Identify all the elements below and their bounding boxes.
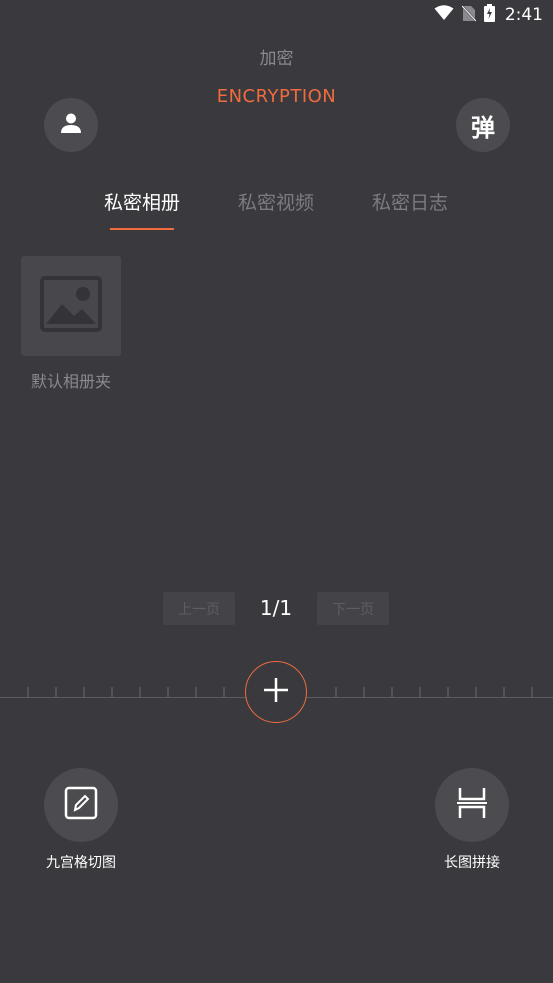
tab-bar: 私密相册 私密视频 私密日志 <box>0 188 553 232</box>
prev-page-button[interactable]: 上一页 <box>163 592 235 625</box>
battery-charging-icon <box>483 4 495 26</box>
tab-private-journal[interactable]: 私密日志 <box>372 188 448 215</box>
nine-grid-cut-tool[interactable]: 九宫格切图 <box>26 768 136 872</box>
tab-active-indicator <box>110 228 174 230</box>
tab-private-album[interactable]: 私密相册 <box>104 188 180 215</box>
popup-button[interactable]: 弹 <box>456 98 510 152</box>
album-thumbnail <box>21 256 121 356</box>
edit-icon <box>64 786 98 824</box>
long-image-stitch-tool[interactable]: 长图拼接 <box>417 768 527 872</box>
status-bar: 2:41 <box>0 0 553 30</box>
status-time: 2:41 <box>504 5 543 25</box>
stitch-icon <box>455 786 489 824</box>
add-button[interactable] <box>245 661 307 723</box>
wifi-icon <box>434 5 454 25</box>
nine-grid-cut-button[interactable] <box>44 768 118 842</box>
plus-icon <box>262 676 290 708</box>
no-sim-icon <box>461 4 477 26</box>
page-indicator: 1/1 <box>259 596 293 620</box>
user-button[interactable] <box>44 98 98 152</box>
album-item[interactable]: 默认相册夹 <box>21 256 121 392</box>
nine-grid-cut-label: 九宫格切图 <box>46 855 116 871</box>
long-image-stitch-label: 长图拼接 <box>444 855 500 871</box>
next-page-button[interactable]: 下一页 <box>317 592 389 625</box>
album-name: 默认相册夹 <box>30 372 111 391</box>
user-icon <box>59 111 83 139</box>
header-subtitle: 加密 <box>259 49 294 69</box>
long-image-stitch-button[interactable] <box>435 768 509 842</box>
image-placeholder-icon <box>40 276 102 336</box>
tab-private-video[interactable]: 私密视频 <box>238 188 314 215</box>
pager: 上一页 1/1 下一页 <box>0 592 553 625</box>
